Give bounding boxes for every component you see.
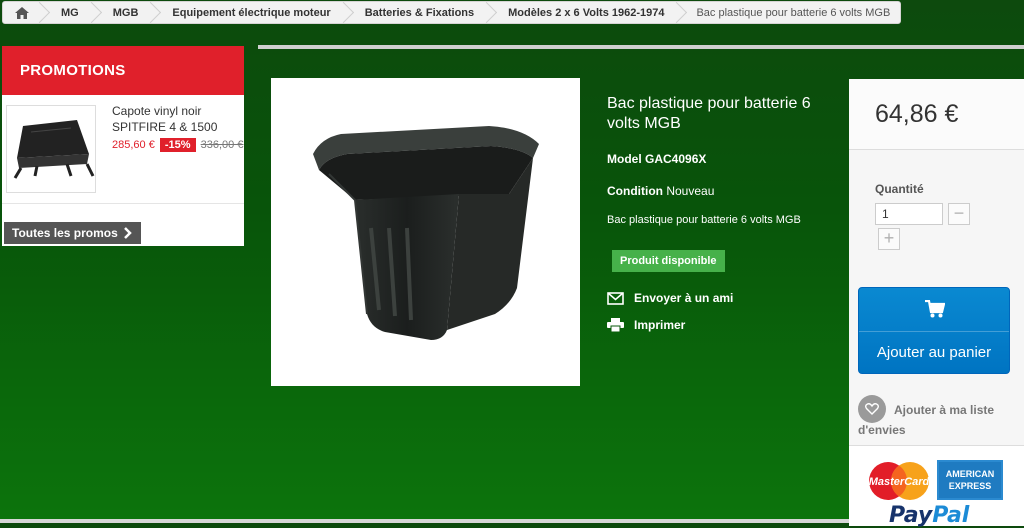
breadcrumb-current: Bac plastique pour batterie 6 volts MGB (696, 6, 891, 19)
product-condition: Condition Nouveau (607, 184, 715, 198)
print-icon (607, 318, 624, 332)
home-icon (15, 6, 29, 19)
product-info: Bac plastique pour batterie 6 volts MGB … (607, 94, 832, 226)
quantity-input[interactable] (875, 203, 943, 225)
convertible-top-image (13, 120, 95, 179)
breadcrumb-item-batteries[interactable]: Batteries & Fixations (345, 1, 498, 24)
product-model: Model GAC4096X (607, 152, 707, 166)
chevron-right-icon (123, 227, 132, 239)
battery-tray-image (313, 126, 539, 340)
product-price: 64,86 € (875, 99, 959, 128)
price-box: 64,86 € (849, 79, 1024, 150)
buy-panel: 64,86 € Quantité − + Ajouter au panier A… (849, 79, 1024, 528)
mastercard-logo: MasterCard (869, 462, 930, 500)
bottom-strip (0, 519, 849, 523)
quantity-minus-button[interactable]: − (948, 203, 970, 225)
amex-logo: AMERICAN EXPRESS (937, 460, 1003, 500)
divider (258, 45, 1024, 49)
quantity-plus-button[interactable]: + (878, 228, 900, 250)
promo-discount-badge: -15% (159, 138, 196, 152)
promo-price: 285,60 € (112, 139, 155, 151)
add-to-wishlist-link[interactable]: Ajouter à ma liste d'envies (858, 400, 1016, 440)
promotions-block: PROMOTIONS Capote vinyl noir SPITFIRE 4 … (2, 46, 244, 246)
payment-methods: MasterCard AMERICAN EXPRESS PayPal (849, 445, 1024, 528)
envelope-icon (607, 291, 624, 305)
product-image[interactable] (271, 78, 580, 386)
quantity-label: Quantité (875, 182, 924, 196)
svg-text:MasterCard: MasterCard (869, 476, 930, 488)
breadcrumb-item-modeles[interactable]: Modèles 2 x 6 Volts 1962-1974 (488, 1, 688, 24)
product-title: Bac plastique pour batterie 6 volts MGB (607, 95, 811, 132)
promo-product-name[interactable]: Capote vinyl noir SPITFIRE 4 & 1500 (112, 103, 242, 135)
availability-badge: Produit disponible (612, 250, 725, 272)
add-to-cart-button[interactable]: Ajouter au panier (858, 287, 1010, 374)
paypal-logo: PayPal (889, 503, 970, 528)
breadcrumb-home[interactable] (3, 1, 51, 24)
divider (859, 331, 1009, 332)
promo-price-row: 285,60 € -15% 336,00 € (112, 137, 244, 153)
promo-product-image[interactable] (6, 105, 96, 193)
add-to-cart-label: Ajouter au panier (876, 344, 992, 361)
breadcrumb-item-equipement[interactable]: Equipement électrique moteur (152, 1, 354, 24)
send-to-friend-link[interactable]: Envoyer à un ami (607, 291, 733, 305)
all-promotions-button[interactable]: Toutes les promos (4, 222, 141, 244)
divider (2, 203, 244, 204)
breadcrumb: MG MGB Equipement électrique moteur Batt… (2, 1, 902, 24)
product-description: Bac plastique pour batterie 6 volts MGB (607, 214, 801, 226)
print-link[interactable]: Imprimer (607, 318, 685, 332)
promotions-title: PROMOTIONS (2, 46, 244, 95)
promo-old-price: 336,00 € (200, 139, 244, 151)
cart-icon (925, 300, 945, 318)
